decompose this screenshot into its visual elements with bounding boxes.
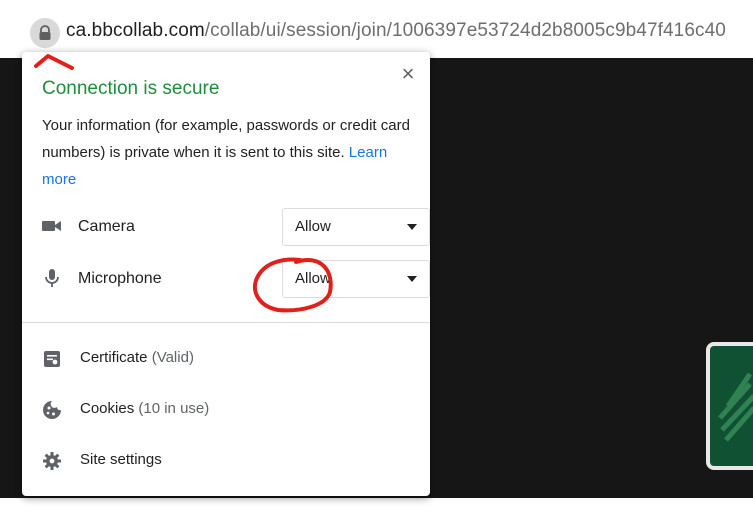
close-button[interactable]: × [394,60,422,88]
gear-icon [43,452,61,470]
url-host: ca.bbcollab.com [66,20,205,41]
connection-secure-title: Connection is secure [42,78,220,99]
page-bottom-strip [0,498,753,514]
cookies-count: (10 in use) [138,400,210,417]
cookies-label: Cookies [80,400,135,417]
camera-permission-value: Allow [295,218,331,235]
microphone-permission-select[interactable]: Allow [282,260,430,298]
site-settings-label: Site settings [80,451,162,468]
url-text[interactable]: ca.bbcollab.com/collab/ui/session/join/1… [66,20,726,42]
microphone-label: Microphone [78,270,162,287]
chevron-down-icon [407,224,417,230]
chevron-down-icon [407,276,417,282]
camera-label: Camera [78,218,135,235]
camera-icon [42,221,61,231]
address-bar: ca.bbcollab.com/collab/ui/session/join/1… [0,0,753,58]
site-info-button[interactable] [30,18,60,48]
url-path: /collab/ui/session/join/1006397e53724d2b… [204,20,726,41]
site-settings-row[interactable]: Site settings [42,446,412,476]
certificate-status: (Valid) [151,349,194,366]
lock-icon [39,25,51,40]
certificate-row[interactable]: Certificate (Valid) [42,344,412,374]
site-info-popup: × Connection is secure Your information … [22,52,430,496]
divider [22,322,430,323]
cookie-icon [43,401,61,419]
security-description: Your information (for example, passwords… [42,112,414,193]
certificate-label: Certificate [80,349,148,366]
permission-row-microphone: Microphone Allow [42,260,430,300]
microphone-permission-value: Allow [295,270,331,287]
microphone-icon [45,269,59,287]
certificate-icon [44,351,60,367]
permission-row-camera: Camera Allow [42,208,430,248]
camera-permission-select[interactable]: Allow [282,208,430,246]
video-thumbnail[interactable] [706,342,753,470]
cookies-row[interactable]: Cookies (10 in use) [42,395,412,425]
